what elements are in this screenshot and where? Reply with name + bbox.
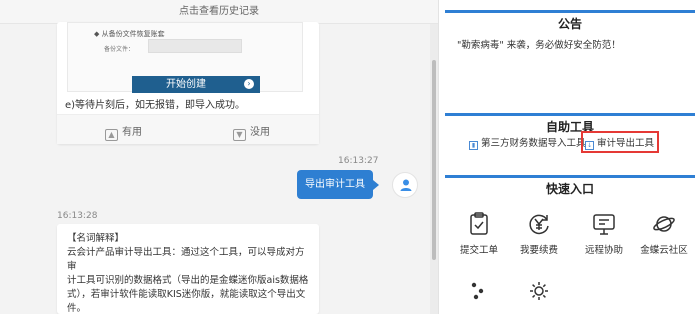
clipboard-icon <box>470 212 488 235</box>
arrow-right-icon: › <box>244 79 254 89</box>
useful-label: 有用 <box>122 127 142 138</box>
quick-label: 提交工单 <box>459 245 498 256</box>
screenshot-field-label: 备份文件： <box>104 46 135 53</box>
yen-refresh-icon <box>529 214 549 235</box>
notice-title: 公告 <box>445 10 695 32</box>
avatar <box>392 172 418 198</box>
view-history-link[interactable]: 点击查看历史记录 <box>0 0 438 24</box>
screenshot-restore-option: ◆ 从备份文件恢复账套 <box>94 30 165 38</box>
planet-icon <box>653 216 675 232</box>
useless-label: 没用 <box>250 127 270 138</box>
quick-label: 金蝶云社区 <box>640 245 688 256</box>
screenshot-field <box>148 39 242 53</box>
timestamp: 16:13:28 <box>57 211 98 221</box>
settings-icon <box>530 282 548 300</box>
thumbs-down-icon: ▼ <box>233 129 246 141</box>
user-icon <box>400 179 412 191</box>
useless-button[interactable]: ▼ 没用 <box>233 123 270 141</box>
useful-button[interactable]: ▲ 有用 <box>105 123 142 141</box>
quick-label: 远程协助 <box>584 245 623 256</box>
tool-third-party-import[interactable]: ▮ 第三方财务数据导入工具 <box>469 135 586 150</box>
explanation-line: 云会计产品审计导出工具：通过这个工具，可以导成对方审 <box>67 247 305 272</box>
highlight-box <box>581 131 659 153</box>
chat-scroll-thumb[interactable] <box>432 60 436 260</box>
quick-settings[interactable] <box>509 280 569 302</box>
step-text: e)等待片刻后，如无报错，即导入成功。 <box>65 100 246 111</box>
notice-text[interactable]: "勒索病毒" 来袭，务必做好安全防范！ <box>457 37 621 51</box>
side-panel: 公告 "勒索病毒" 来袭，务必做好安全防范！ 自助工具 ▮ 第三方财务数据导入工具… <box>438 0 700 314</box>
monitor-icon <box>593 214 615 235</box>
screenshot-start-button: 开始创建 › <box>132 76 260 93</box>
chat-area: 点击查看历史记录 ◆ 从备份文件恢复账套 备份文件： 开始创建 › e)等待片刻… <box>0 0 438 314</box>
explanation-line: 式），若审计软件能读取KIS迷你版，就能读取这个导出文 <box>67 289 306 300</box>
user-message-bubble: 导出审计工具 <box>297 170 379 199</box>
explanation-line: 计工具可识别的数据格式（导出的是金蝶迷你版ais数据格 <box>67 275 309 286</box>
explanation-line: 件。 <box>67 303 87 314</box>
quick-entry-title: 快速入口 <box>445 175 695 197</box>
tool-label: 第三方财务数据导入工具 <box>481 138 586 149</box>
quick-renew[interactable]: 我要续费 <box>509 212 569 256</box>
quick-more[interactable] <box>449 280 509 302</box>
chart-icon: ▮ <box>469 141 478 150</box>
thumbs-up-icon: ▲ <box>105 129 118 141</box>
dots-icon <box>471 282 484 300</box>
term-heading: 【名词解释】 <box>67 233 125 244</box>
quick-remote-assist[interactable]: 远程协助 <box>574 212 634 256</box>
bot-message-explanation: 【名词解释】 云会计产品审计导出工具：通过这个工具，可以导成对方审 计工具可识别… <box>57 224 319 314</box>
screenshot-start-label: 开始创建 <box>166 79 206 90</box>
timestamp: 16:13:27 <box>338 156 379 166</box>
feedback-bar: ▲ 有用 ▼ 没用 <box>57 114 319 144</box>
quick-community[interactable]: 金蝶云社区 <box>634 212 694 256</box>
quick-label: 我要续费 <box>519 245 558 256</box>
quick-submit-ticket[interactable]: 提交工单 <box>449 212 509 256</box>
guide-screenshot: ◆ 从备份文件恢复账套 备份文件： 开始创建 › <box>67 22 303 93</box>
bot-message-guide: ◆ 从备份文件恢复账套 备份文件： 开始创建 › e)等待片刻后，如无报错，即导… <box>57 22 319 144</box>
